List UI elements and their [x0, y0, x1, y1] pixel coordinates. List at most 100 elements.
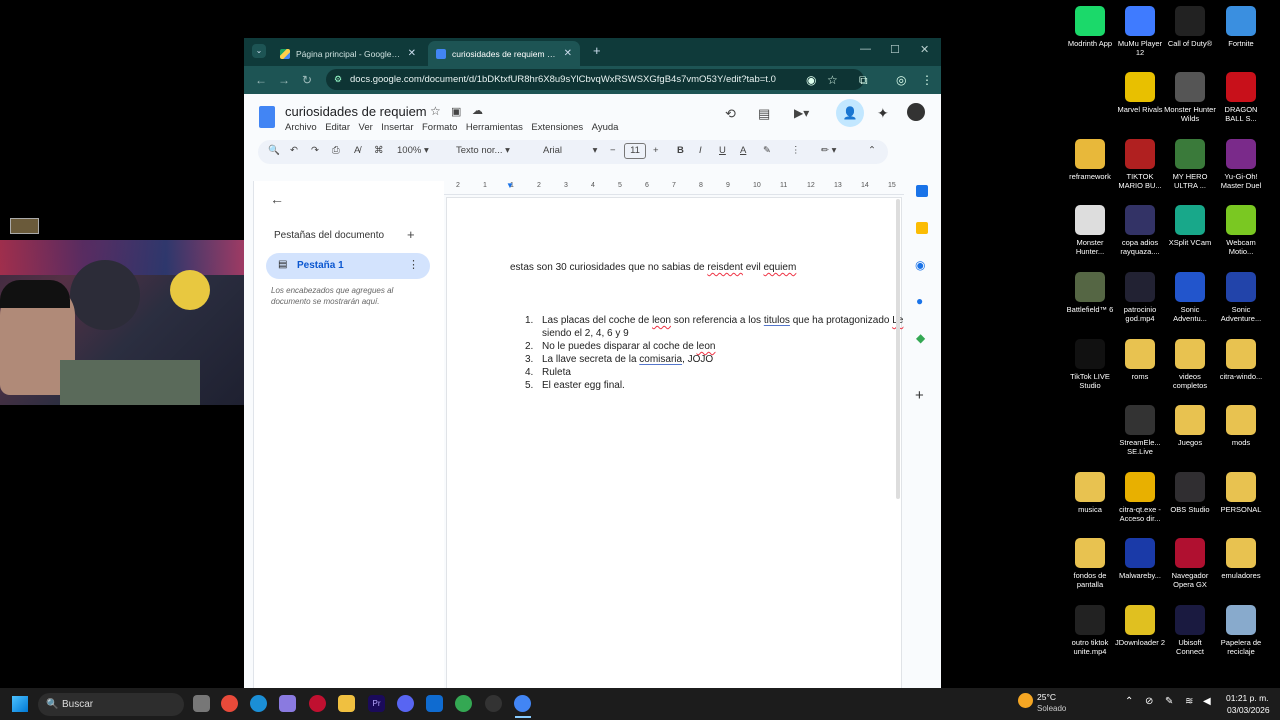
comments-icon[interactable]: ▤ — [758, 106, 770, 122]
back-icon[interactable]: ← — [255, 73, 267, 87]
desktop-icon[interactable]: roms — [1114, 339, 1166, 381]
new-tab-icon[interactable]: + — [593, 43, 601, 58]
menu-insertar[interactable]: Insertar — [381, 122, 413, 133]
search-menus-icon[interactable]: 🔍 — [268, 145, 280, 156]
undo-icon[interactable]: ↶ — [290, 145, 298, 156]
more-options-icon[interactable]: ⋮ — [791, 145, 801, 156]
desktop-icon[interactable]: Call of Duty® — [1164, 6, 1216, 48]
menu-extensiones[interactable]: Extensiones — [531, 122, 583, 133]
zoom-select[interactable]: 100% ▾ — [397, 145, 429, 156]
vertical-scrollbar[interactable] — [896, 199, 900, 499]
desktop-icon[interactable]: videos completos — [1164, 339, 1216, 390]
desktop-icon[interactable]: fondos de pantalla — [1064, 538, 1116, 589]
taskbar-search[interactable]: 🔍 Buscar — [38, 693, 184, 716]
get-addons-icon[interactable]: + — [915, 387, 924, 404]
desktop-icon[interactable]: musica — [1064, 472, 1116, 514]
document-title[interactable]: curiosidades de requiem — [285, 104, 427, 119]
desktop-icon[interactable]: Battlefield™ 6 — [1064, 272, 1116, 314]
text-color-icon[interactable]: A — [740, 145, 746, 156]
maximize-icon[interactable]: ☐ — [890, 43, 900, 56]
tab-docs[interactable]: curiosidades de requiem - Docs ✕ — [428, 41, 580, 66]
desktop-icon[interactable]: TIKTOK MARIO BU... — [1114, 139, 1166, 190]
desktop-icon[interactable]: Sonic Adventu... — [1164, 272, 1216, 323]
pen-icon[interactable]: ✎ — [1165, 696, 1173, 707]
tasks-icon[interactable]: ◉ — [915, 258, 925, 272]
desktop-icon[interactable]: Marvel Rivals — [1114, 72, 1166, 114]
grammar-word[interactable]: comisaria — [639, 354, 682, 365]
desktop-icon[interactable]: OBS Studio — [1164, 472, 1216, 514]
desktop-icon[interactable]: Modrinth App — [1064, 6, 1116, 48]
extensions-icon[interactable]: ⧉ — [859, 73, 868, 88]
add-tab-icon[interactable]: + — [407, 227, 415, 242]
clock-time[interactable]: 01:21 p. m. — [1226, 693, 1269, 703]
increase-size-icon[interactable]: + — [653, 145, 659, 156]
clock-date[interactable]: 03/03/2026 — [1227, 705, 1270, 715]
contacts-icon[interactable]: ● — [916, 294, 923, 308]
misspelled-word[interactable]: leon — [652, 315, 671, 326]
file-explorer-icon[interactable] — [338, 695, 355, 712]
close-tab-icon[interactable]: ✕ — [564, 48, 572, 59]
start-icon[interactable] — [12, 696, 28, 712]
menu-ver[interactable]: Ver — [359, 122, 373, 133]
desktop-icon[interactable]: PERSONAL — [1215, 472, 1267, 514]
url-field[interactable]: ⚙ docs.google.com/document/d/1bDKtxfUR8h… — [326, 69, 864, 90]
desktop-icon[interactable]: JDownloader 2 — [1114, 605, 1166, 647]
calendar-icon[interactable] — [916, 185, 928, 197]
google-lens-icon[interactable]: ◉ — [806, 73, 816, 87]
premiere-icon[interactable]: Pr — [368, 695, 385, 712]
desktop-icon[interactable]: copa adios rayquaza.... — [1114, 205, 1166, 256]
desktop-icon[interactable]: citra-qt.exe - Acceso dir... — [1114, 472, 1166, 523]
reload-icon[interactable]: ↻ — [302, 73, 312, 87]
site-info-icon[interactable]: ⚙ — [334, 69, 342, 90]
tab-google-drive[interactable]: Página principal - Google Drive ✕ — [272, 41, 424, 66]
desktop-icon[interactable]: XSplit VCam — [1164, 205, 1216, 247]
desktop-icon[interactable]: MuMu Player 12 — [1114, 6, 1166, 57]
tab-search-button[interactable]: ⌄ — [252, 44, 266, 58]
keep-icon[interactable] — [916, 222, 928, 234]
copilot-icon[interactable] — [279, 695, 296, 712]
document-page[interactable]: estas son 30 curiosidades que no sabias … — [446, 197, 903, 688]
edge-icon[interactable] — [250, 695, 267, 712]
desktop-icon[interactable]: Juegos — [1164, 405, 1216, 447]
opera-gx-icon[interactable] — [309, 695, 326, 712]
desktop-icon[interactable]: StreamEle... SE.Live — [1114, 405, 1166, 456]
meet-video-icon[interactable]: ▶▾ — [794, 106, 809, 120]
notification-icon[interactable]: ⊘ — [1145, 696, 1153, 707]
task-view-icon[interactable] — [193, 695, 210, 712]
weather-icon[interactable] — [1018, 693, 1033, 708]
docs-logo-icon[interactable] — [259, 106, 275, 128]
desktop-icon[interactable]: emuladores — [1215, 538, 1267, 580]
bold-icon[interactable]: B — [677, 145, 684, 156]
desktop-icon[interactable]: TikTok LIVE Studio — [1064, 339, 1116, 390]
highlight-icon[interactable]: ✎ — [763, 145, 771, 156]
desktop-icon[interactable]: Yu-Gi-Oh! Master Duel — [1215, 139, 1267, 190]
redo-icon[interactable]: ↷ — [311, 145, 319, 156]
menu-editar[interactable]: Editar — [325, 122, 350, 133]
volume-icon[interactable]: ◀ — [1203, 696, 1211, 707]
chrome-canary-icon[interactable] — [221, 695, 238, 712]
close-window-icon[interactable]: ✕ — [920, 43, 929, 56]
app-icon[interactable] — [426, 695, 443, 712]
forward-icon[interactable]: → — [278, 73, 290, 87]
back-arrow-icon[interactable]: ← — [270, 191, 284, 207]
tab-options-icon[interactable]: ⋮ — [408, 258, 419, 271]
desktop-icon[interactable]: citra-windo... — [1215, 339, 1267, 381]
underline-icon[interactable]: U — [719, 145, 726, 156]
misspelled-word[interactable]: leon — [697, 341, 716, 352]
chrome-icon[interactable] — [455, 695, 472, 712]
browser-menu-icon[interactable]: ⋮ — [921, 73, 933, 87]
wifi-icon[interactable]: ≋ — [1185, 696, 1193, 707]
menu-formato[interactable]: Formato — [422, 122, 457, 133]
print-icon[interactable]: ⎙ — [332, 145, 340, 156]
hide-menus-icon[interactable]: ⌃ — [868, 145, 876, 156]
desktop-icon[interactable]: MY HERO ULTRA ... — [1164, 139, 1216, 190]
video-file-icon[interactable] — [10, 218, 39, 234]
font-select[interactable]: Arial ▾ — [543, 145, 597, 156]
indent-marker-icon[interactable]: ▼ — [506, 181, 514, 190]
decrease-size-icon[interactable]: − — [610, 145, 616, 156]
editing-mode-icon[interactable]: ✏ ▾ — [821, 145, 836, 156]
bookmark-star-icon[interactable]: ☆ — [827, 73, 838, 87]
document-tab-item[interactable]: ▤ Pestaña 1 ⋮ — [266, 253, 430, 279]
discord-icon[interactable] — [397, 695, 414, 712]
steam-icon[interactable] — [485, 695, 502, 712]
